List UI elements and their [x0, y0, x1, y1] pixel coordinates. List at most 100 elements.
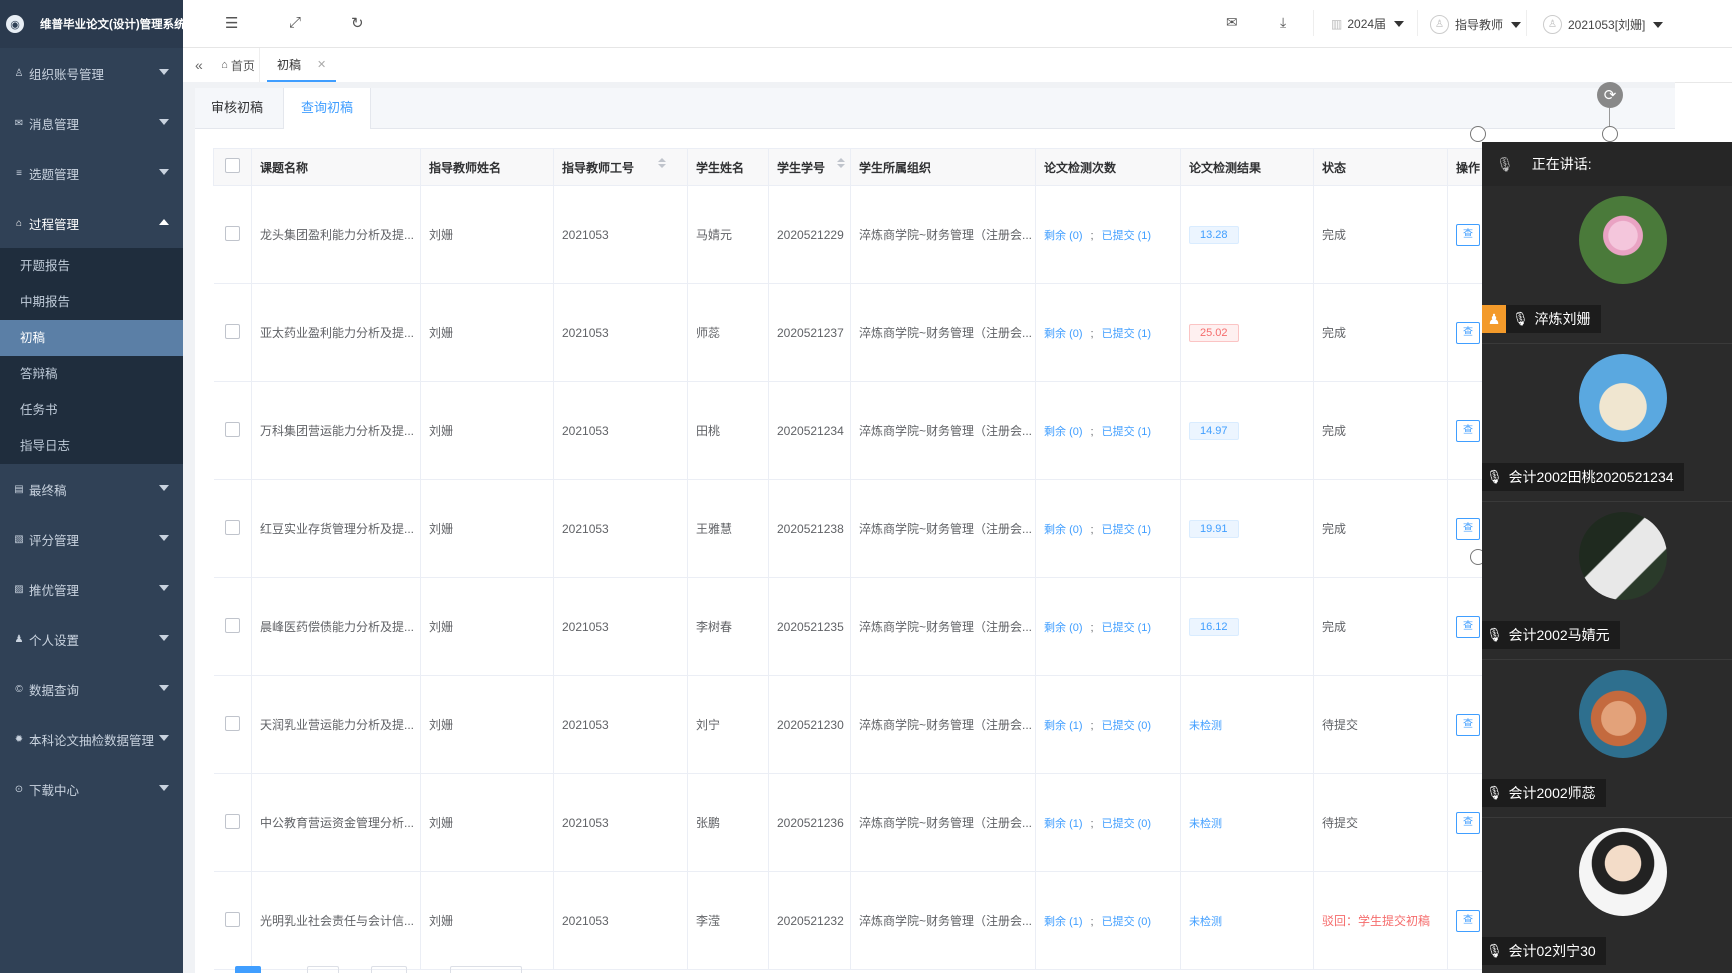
row-checkbox[interactable] — [224, 715, 240, 731]
view-button[interactable]: 查 — [1456, 517, 1480, 540]
year-selector[interactable]: ▥ 2024届 — [1331, 15, 1405, 32]
remaining-link[interactable]: 剩余 (1) — [1044, 720, 1083, 732]
submitted-link[interactable]: 已提交 (1) — [1102, 328, 1152, 340]
row-checkbox[interactable] — [224, 421, 240, 437]
remaining-link[interactable]: 剩余 (0) — [1044, 328, 1083, 340]
tab-query-first-draft[interactable]: 查询初稿 — [283, 88, 371, 129]
submitted-count: (1) — [1137, 327, 1152, 340]
row-checkbox[interactable] — [224, 519, 240, 535]
cell-check-count: 剩余 (0); 已提交 (1) — [1035, 479, 1181, 578]
row-select-cell — [213, 773, 252, 872]
user-menu[interactable]: ♙ 2021053[刘姗] — [1543, 15, 1664, 34]
refresh-icon[interactable]: ↻ — [351, 14, 364, 32]
participant-tile[interactable]: 🎙 会计02刘宁30 — [1482, 818, 1732, 973]
view-button[interactable]: 查 — [1456, 909, 1480, 932]
submitted-link[interactable]: 已提交 (1) — [1102, 622, 1152, 634]
resize-handle-top[interactable] — [1602, 126, 1618, 142]
submitted-link[interactable]: 已提交 (1) — [1102, 426, 1152, 438]
pagination-jumper[interactable] — [450, 966, 522, 973]
separator — [1526, 10, 1527, 36]
menu-recommend[interactable]: ▨ 推优管理 — [0, 564, 183, 614]
pagination-item[interactable] — [307, 966, 339, 973]
sort-icon[interactable] — [837, 158, 846, 170]
header-status: 状态 — [1313, 148, 1448, 186]
submenu-midterm[interactable]: 中期报告 — [0, 284, 183, 320]
submitted-link[interactable]: 已提交 (1) — [1102, 524, 1152, 536]
remaining-link[interactable]: 剩余 (1) — [1044, 818, 1083, 830]
user-value: 2021053[刘姗] — [1568, 18, 1646, 32]
view-button[interactable]: 查 — [1456, 321, 1480, 344]
remaining-link[interactable]: 剩余 (1) — [1044, 916, 1083, 928]
submitted-link[interactable]: 已提交 (1) — [1102, 230, 1152, 242]
collapse-menu-icon[interactable]: ☰ — [225, 14, 238, 32]
submitted-link[interactable]: 已提交 (0) — [1102, 818, 1152, 830]
cell-check-count: 剩余 (1); 已提交 (0) — [1035, 773, 1181, 872]
menu-personal-settings[interactable]: ♟ 个人设置 — [0, 614, 183, 664]
menu-process[interactable]: ⌂ 过程管理 — [0, 198, 183, 248]
role-selector[interactable]: ♙ 指导教师 — [1430, 15, 1522, 34]
participant-name: 会计02刘宁30 — [1508, 943, 1596, 959]
menu-download-center[interactable]: ⊙ 下载中心 — [0, 764, 183, 814]
submitted-link[interactable]: 已提交 (0) — [1102, 916, 1152, 928]
submenu-first-draft[interactable]: 初稿 — [0, 320, 183, 356]
pagination-item[interactable] — [371, 966, 407, 973]
header-teacher-id[interactable]: 指导教师工号 — [553, 148, 688, 186]
header-student-id[interactable]: 学生学号 — [768, 148, 851, 186]
mail-icon[interactable]: ✉ — [1226, 14, 1238, 31]
submitted-link[interactable]: 已提交 (0) — [1102, 720, 1152, 732]
tag-first-draft[interactable]: 初稿 ✕ — [267, 48, 337, 82]
check-score-badge[interactable]: 13.28 — [1189, 225, 1239, 244]
check-score-badge[interactable]: 14.97 — [1189, 421, 1239, 440]
remaining-link[interactable]: 剩余 (0) — [1044, 524, 1083, 536]
participant-tile[interactable]: 🎙 会计2002师蕊 — [1482, 660, 1732, 818]
sort-icon[interactable] — [658, 158, 667, 170]
view-button[interactable]: 查 — [1456, 419, 1480, 442]
tag-home[interactable]: ⌂ 首页 — [217, 48, 260, 82]
rotate-handle-icon[interactable]: ⟳ — [1597, 82, 1623, 108]
menu-final-draft[interactable]: ▤ 最终稿 — [0, 464, 183, 514]
check-score-badge[interactable]: 16.12 — [1189, 617, 1239, 636]
menu-org-accounts[interactable]: ♙ 组织账号管理 — [0, 48, 183, 98]
tab-review-first-draft[interactable]: 审核初稿 — [211, 88, 263, 128]
submenu-guidance-log[interactable]: 指导日志 — [0, 428, 183, 464]
double-chevron-left-icon[interactable]: « — [195, 48, 203, 82]
row-checkbox[interactable] — [224, 617, 240, 633]
participant-tile[interactable]: ♟ 🎙 淬炼刘姗 — [1482, 186, 1732, 344]
resize-handle-top-left[interactable] — [1470, 126, 1486, 142]
remaining-link[interactable]: 剩余 (0) — [1044, 426, 1083, 438]
cell-check-count: 剩余 (1); 已提交 (0) — [1035, 871, 1181, 970]
menu-data-query[interactable]: © 数据查询 — [0, 664, 183, 714]
row-checkbox[interactable] — [224, 225, 240, 241]
submenu-assignment[interactable]: 任务书 — [0, 392, 183, 428]
not-checked-text: 未检测 — [1189, 915, 1222, 928]
check-score-badge[interactable]: 19.91 — [1189, 519, 1239, 538]
menu-scoring[interactable]: ▧ 评分管理 — [0, 514, 183, 564]
participant-tile[interactable]: 🎙 会计2002田桃2020521234 — [1482, 344, 1732, 502]
close-icon[interactable]: ✕ — [317, 58, 326, 71]
pagination-current-page[interactable] — [235, 966, 261, 973]
menu-spot-check-data[interactable]: ✹ 本科论文抽检数据管理 — [0, 714, 183, 764]
view-button[interactable]: 查 — [1456, 811, 1480, 834]
view-button[interactable]: 查 — [1456, 223, 1480, 246]
row-checkbox[interactable] — [224, 323, 240, 339]
cell-check-result: 14.97 — [1180, 381, 1314, 480]
app-title: 维普毕业论文(设计)管理系统 — [40, 19, 183, 31]
view-button[interactable]: 查 — [1456, 713, 1480, 736]
remaining-link[interactable]: 剩余 (0) — [1044, 230, 1083, 242]
cell-check-result: 16.12 — [1180, 577, 1314, 676]
row-checkbox[interactable] — [224, 813, 240, 829]
fullscreen-icon[interactable]: ⤢ — [289, 14, 301, 31]
download-icon[interactable]: ⤓ — [1280, 14, 1286, 31]
check-score-badge[interactable]: 25.02 — [1189, 323, 1239, 342]
submenu-defense-draft[interactable]: 答辩稿 — [0, 356, 183, 392]
view-button[interactable]: 查 — [1456, 615, 1480, 638]
menu-messages[interactable]: ✉ 消息管理 — [0, 98, 183, 148]
participant-tile[interactable]: 🎙 会计2002马婧元 — [1482, 502, 1732, 660]
row-checkbox[interactable] — [224, 911, 240, 927]
main-content: 审核初稿 查询初稿 课题名称 指导教师姓名 指导教师工号 学生姓名 学生学号 学… — [183, 82, 1675, 973]
menu-topics[interactable]: ≡ 选题管理 — [0, 148, 183, 198]
submenu-proposal[interactable]: 开题报告 — [0, 248, 183, 284]
select-all-checkbox[interactable] — [225, 158, 240, 173]
remaining-link[interactable]: 剩余 (0) — [1044, 622, 1083, 634]
cell-check-count: 剩余 (0); 已提交 (1) — [1035, 381, 1181, 480]
